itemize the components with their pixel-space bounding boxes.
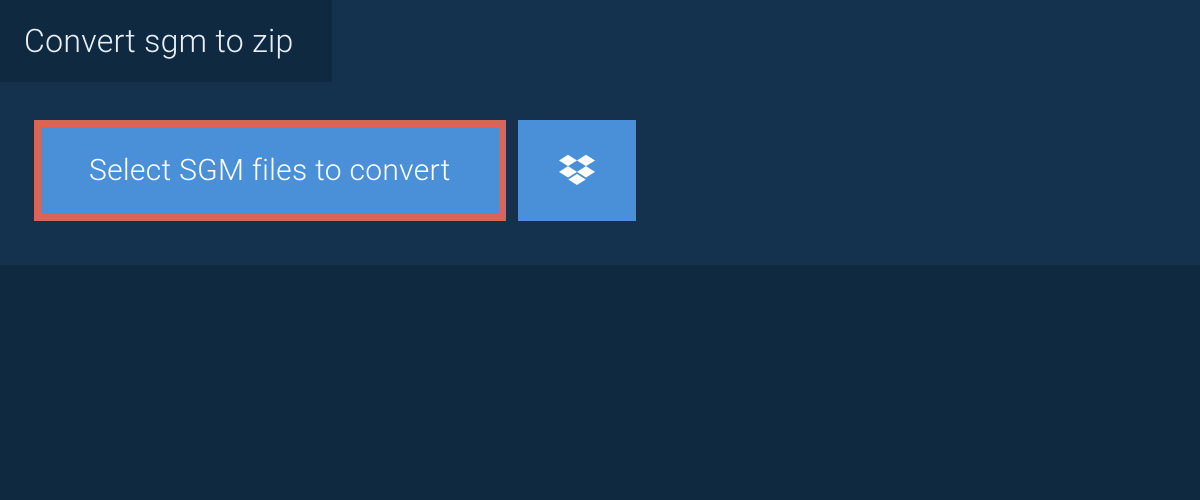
select-files-label: Select SGM files to convert bbox=[89, 153, 451, 188]
actions-row: Select SGM files to convert bbox=[0, 82, 1200, 221]
converter-panel: Convert sgm to zip Select SGM files to c… bbox=[0, 0, 1200, 265]
dropbox-icon bbox=[559, 151, 595, 191]
select-files-button[interactable]: Select SGM files to convert bbox=[34, 120, 506, 221]
tab-convert[interactable]: Convert sgm to zip bbox=[0, 0, 332, 82]
dropbox-button[interactable] bbox=[518, 120, 636, 221]
tab-title: Convert sgm to zip bbox=[24, 22, 294, 60]
